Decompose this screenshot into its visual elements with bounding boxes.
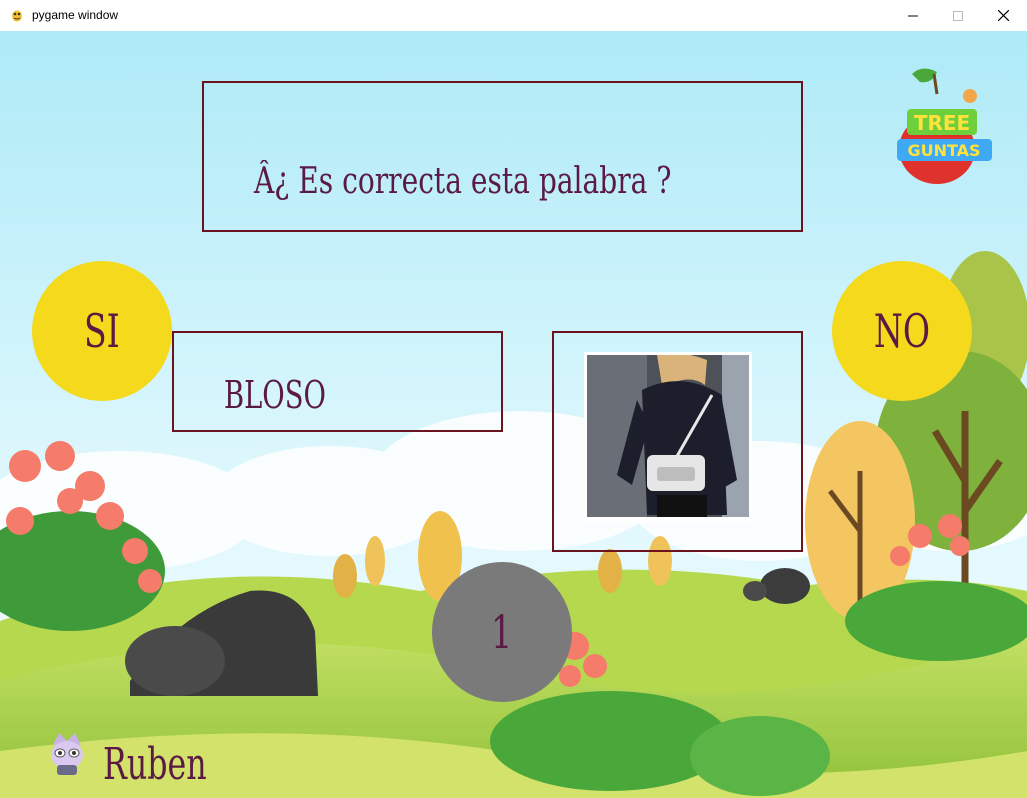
woman-with-bag-photo	[587, 355, 749, 517]
window-title: pygame window	[32, 8, 119, 22]
no-button[interactable]: NO	[832, 261, 972, 401]
pygame-snake-icon	[12, 10, 22, 22]
minimize-button[interactable]	[890, 0, 936, 31]
image-frame	[552, 331, 803, 552]
close-button[interactable]	[980, 0, 1026, 31]
close-icon	[997, 10, 1009, 21]
counter-value: 1	[491, 605, 513, 659]
no-label: NO	[873, 304, 931, 358]
yes-button[interactable]: SI	[32, 261, 172, 401]
question-frame: Â¿ Es correcta esta palabra ?	[202, 81, 803, 232]
yes-label: SI	[84, 304, 120, 358]
logo-text-top: TREE	[914, 111, 970, 135]
game-scene: Â¿ Es correcta esta palabra ? TREE GUNTA…	[0, 31, 1027, 798]
photo-card	[584, 352, 752, 522]
counter-circle: 1	[432, 562, 572, 702]
question-text: Â¿ Es correcta esta palabra ?	[254, 161, 672, 202]
maximize-icon	[953, 10, 963, 21]
player-avatar-icon	[51, 733, 83, 775]
window-titlebar: pygame window	[0, 0, 1027, 32]
player-name: Ruben	[103, 739, 207, 790]
minimize-icon	[908, 15, 918, 16]
word-frame: BLOSO	[172, 331, 503, 432]
maximize-button[interactable]	[935, 0, 981, 31]
logo-text-bottom: GUNTAS	[907, 141, 980, 160]
treeguntas-logo: TREE GUNTAS	[897, 68, 992, 184]
word-text: BLOSO	[224, 373, 326, 417]
